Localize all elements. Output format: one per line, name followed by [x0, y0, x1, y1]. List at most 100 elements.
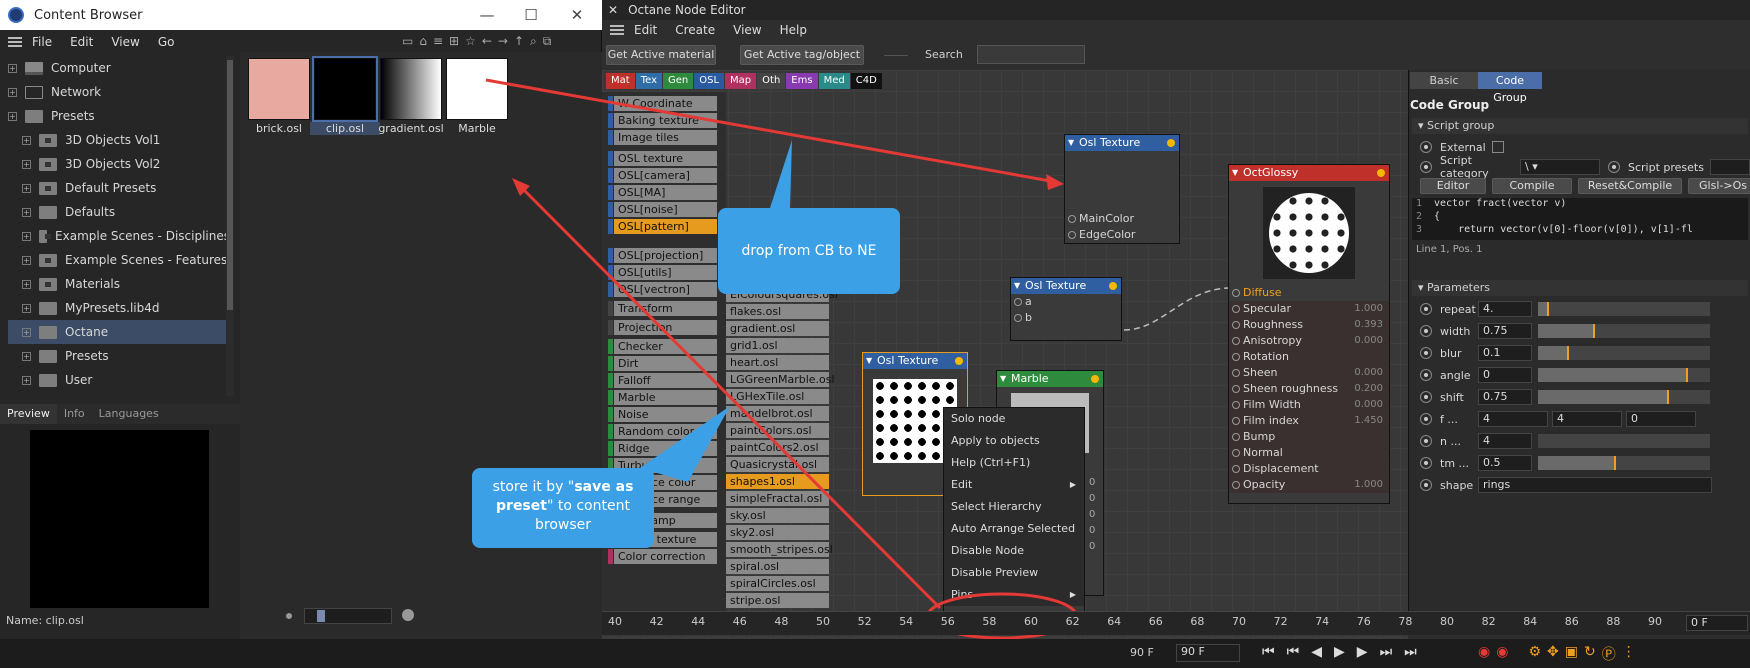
slider-fill — [1538, 346, 1568, 360]
anim-radio-icon[interactable] — [1420, 435, 1432, 447]
param-slider[interactable] — [1538, 434, 1710, 448]
grid-key-icon[interactable]: ⋮ — [1622, 644, 1636, 664]
anim-radio-icon[interactable] — [1420, 347, 1432, 359]
anim-radio-icon[interactable] — [1420, 369, 1432, 381]
param-value-field[interactable]: 0.5 — [1478, 455, 1532, 471]
prev-frame-icon[interactable]: ◀ — [1311, 644, 1322, 660]
record-controls: ◉ ◉ ⚙ ✥ ▣ ↻ Ⓟ ⋮ — [1478, 644, 1636, 664]
param-slider[interactable] — [1538, 390, 1710, 404]
param-slider[interactable] — [1538, 324, 1710, 338]
script-group-header[interactable]: ▾ Script group — [1412, 118, 1748, 134]
slider-handle[interactable] — [1667, 390, 1669, 404]
go-start-icon[interactable]: ⏮ — [1262, 644, 1275, 660]
timeline-tick: 78 — [1398, 615, 1413, 628]
param-slider[interactable] — [1538, 368, 1710, 382]
param-slider[interactable] — [1538, 302, 1710, 316]
anim-radio-icon[interactable] — [1608, 161, 1620, 173]
param-label: shape — [1440, 478, 1474, 492]
code-text: vector fract(vector v) — [1434, 198, 1567, 209]
external-checkbox[interactable] — [1491, 141, 1504, 153]
anim-radio-icon[interactable] — [1420, 161, 1432, 173]
timeline-tick: 60 — [1024, 615, 1038, 628]
anim-radio-icon[interactable] — [1420, 479, 1432, 491]
script-category-select[interactable]: \ ▾ — [1520, 159, 1600, 175]
keyframe-icon[interactable]: ⚙ — [1528, 644, 1541, 664]
param-label: f ... — [1440, 412, 1458, 426]
param-slider[interactable] — [1538, 456, 1710, 470]
play-icon[interactable]: ▶ — [1334, 644, 1345, 660]
param-slider[interactable] — [1538, 346, 1710, 360]
current-frame-field[interactable]: 0 F — [1686, 615, 1748, 631]
script-button[interactable]: Editor — [1420, 178, 1486, 194]
timeline-tick: 80 — [1440, 615, 1454, 628]
param-value-field[interactable]: 4 — [1478, 411, 1548, 427]
param-value-field[interactable]: 4 — [1552, 411, 1622, 427]
timeline-tick: 72 — [1273, 615, 1288, 628]
param-key-icon[interactable]: Ⓟ — [1602, 644, 1616, 664]
timeline-tick: 50 — [816, 615, 830, 628]
timeline-tick: 48 — [774, 615, 789, 628]
next-key-icon[interactable]: ⏭ — [1380, 644, 1393, 660]
slider-handle[interactable] — [1593, 324, 1596, 338]
timeline-tick: 64 — [1107, 615, 1122, 628]
timeline-tick: 90 — [1648, 615, 1662, 628]
script-category-row: Script category \ ▾ Script presets — [1410, 154, 1750, 180]
slider-handle[interactable] — [1546, 302, 1549, 316]
param-row: angle 0 — [1410, 364, 1750, 386]
timeline-tick: 42 — [649, 615, 664, 628]
code-text: return vector(v[0]-floor(v[0]), v[1]-fl — [1434, 224, 1693, 235]
anim-radio-icon[interactable] — [1420, 413, 1432, 425]
timeline-ruler[interactable]: 40 42 44 46 48 50 52 54 56 58 60 62 64 66 68 70 72 74 76 78… — [602, 611, 1750, 635]
slider-fill — [1538, 324, 1594, 338]
slider-handle[interactable] — [1567, 346, 1570, 360]
tab-code-group[interactable]: Code Group — [1478, 72, 1542, 104]
param-row: n ... 4 — [1410, 430, 1750, 452]
record-icon[interactable]: ◉ — [1478, 644, 1490, 664]
slider-handle[interactable] — [1613, 456, 1616, 470]
slider-handle[interactable] — [1685, 368, 1688, 382]
scale-key-icon[interactable]: ▣ — [1565, 644, 1578, 664]
param-value-field[interactable]: 0 — [1478, 367, 1532, 383]
param-select[interactable]: rings — [1478, 477, 1712, 493]
end-frame-label: 90 F — [1130, 646, 1154, 659]
script-button[interactable]: Compile — [1492, 178, 1572, 194]
param-row: tm ... 0.5 — [1410, 452, 1750, 474]
parameters-header[interactable]: ▾ Parameters — [1412, 280, 1748, 296]
rotate-key-icon[interactable]: ↻ — [1584, 644, 1596, 664]
param-value-field[interactable]: 0.75 — [1478, 389, 1532, 405]
param-row: shift 0.75 — [1410, 386, 1750, 408]
next-frame-icon[interactable]: ▶ — [1357, 644, 1368, 660]
line-number: 2 — [1416, 211, 1423, 222]
param-row: shape rings — [1410, 474, 1750, 496]
code-editor[interactable]: 1 vector fract(vector v) 2{3 return vector… — [1412, 198, 1748, 240]
param-value-field[interactable]: 4. — [1478, 301, 1532, 317]
param-label: n ... — [1440, 434, 1461, 448]
prev-key-icon[interactable]: ⏮ — [1287, 644, 1300, 660]
end-frame-field[interactable]: 90 F — [1176, 644, 1240, 662]
param-value-field[interactable]: 0.1 — [1478, 345, 1532, 361]
param-value-field[interactable]: 0.75 — [1478, 323, 1532, 339]
script-button[interactable]: Glsl->Os — [1688, 178, 1750, 194]
code-line: 2{ — [1412, 211, 1748, 224]
go-end-icon[interactable]: ⏭ — [1404, 644, 1417, 660]
timeline-tick: 52 — [857, 615, 872, 628]
script-presets-select[interactable] — [1709, 159, 1750, 175]
script-button[interactable]: Reset&Compile — [1578, 178, 1682, 194]
callout-drop: drop from CB to NE — [718, 208, 900, 294]
param-value-field[interactable]: 4 — [1478, 433, 1532, 449]
move-key-icon[interactable]: ✥ — [1547, 644, 1559, 664]
param-value-field[interactable]: 0 — [1626, 411, 1696, 427]
tab-basic[interactable]: Basic — [1410, 72, 1478, 89]
script-buttons: Editor Compile Reset&Compile Glsl->Os — [1420, 178, 1750, 194]
parameter-list: repeat 4. width 0.75 blur 0.1 angle 0 shift 0.75 f… — [1410, 298, 1750, 496]
param-label: blur — [1440, 346, 1462, 360]
timeline-tick: 56 — [940, 615, 955, 628]
anim-radio-icon[interactable] — [1420, 303, 1432, 315]
anim-radio-icon[interactable] — [1420, 325, 1432, 337]
anim-radio-icon[interactable] — [1420, 391, 1432, 403]
external-label: External — [1440, 140, 1486, 154]
auto-key-icon[interactable]: ◉ — [1496, 644, 1508, 664]
anim-radio-icon[interactable] — [1420, 141, 1432, 153]
anim-radio-icon[interactable] — [1420, 457, 1432, 469]
timeline-tick: 84 — [1523, 615, 1538, 628]
